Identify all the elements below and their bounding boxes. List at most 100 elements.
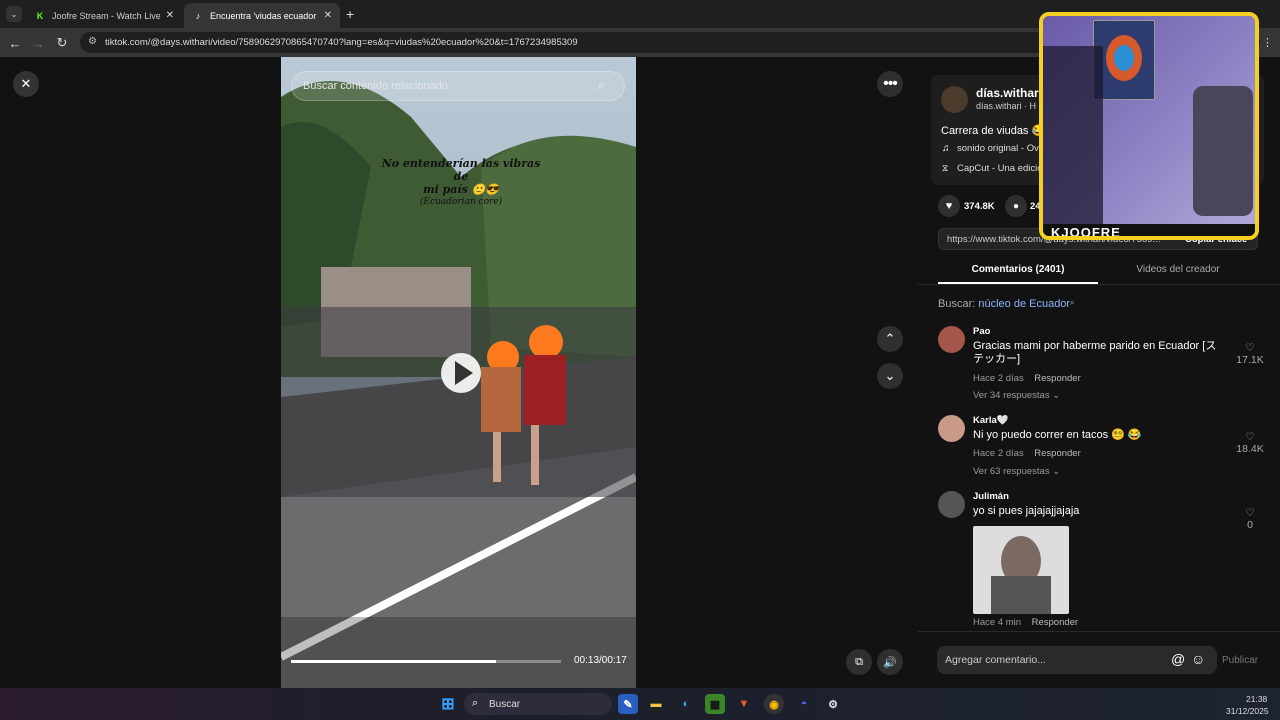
view-replies[interactable]: Ver 34 respuestas ⌄ (973, 390, 1060, 401)
floating-player-button[interactable]: ⧉ (846, 649, 872, 675)
comment-like-count: 0 (1247, 519, 1253, 531)
comment-item: Pao Gracias mami por haberme parido en E… (938, 326, 1268, 406)
tabs-divider (918, 284, 1280, 285)
comment-item: Julimán yo si pues jajajajjajaja Hace 4 … (938, 491, 1268, 631)
video-player[interactable]: Buscar contenido relacionado ⌕ No entend… (281, 57, 636, 688)
previous-video-button[interactable]: ⌃ (877, 326, 903, 352)
video-progress-fill (291, 660, 497, 663)
more-options-button[interactable]: ••• (877, 71, 903, 97)
video-frame (281, 57, 636, 688)
comment-button[interactable]: ● (1005, 195, 1027, 217)
minecraft-icon[interactable]: ▦ (705, 694, 725, 714)
avatar[interactable] (938, 415, 965, 442)
comment-author[interactable]: Julimán (973, 491, 1009, 502)
taskbar-time: 21:38 (1246, 694, 1268, 704)
reload-icon[interactable]: ↻ (53, 34, 71, 52)
like-count: 374.8K (964, 201, 995, 212)
webcam-person (1043, 46, 1103, 226)
close-tab-icon[interactable]: ✕ (324, 10, 332, 21)
sound-link[interactable]: sonido original - Ov (957, 143, 1039, 154)
reply-button[interactable]: Responder (1032, 617, 1078, 628)
mention-icon[interactable]: @ (1171, 651, 1185, 667)
tab-comments[interactable]: Comentarios (2401) (938, 256, 1098, 284)
overlay-line: No entenderían las vibras de (381, 157, 541, 183)
video-progress-bar[interactable] (291, 660, 561, 663)
browser-menu-icon[interactable]: ⋮ (1262, 36, 1273, 49)
chevron-up-icon: ⌃ (884, 331, 896, 346)
comment-text: Ni yo puedo correr en tacos 😵‍💫 😂 (973, 429, 1142, 441)
notepad-icon[interactable]: ✎ (618, 694, 638, 714)
steam-icon[interactable]: ⚙ (823, 694, 843, 714)
comment-like-button[interactable]: ♡ 17.1K (1230, 342, 1270, 366)
like-button[interactable]: ♥ (938, 195, 960, 217)
chevron-down-icon: ⌄ (884, 368, 896, 383)
volume-button[interactable]: 🔊 (877, 649, 903, 675)
comment-sticker-image[interactable] (973, 526, 1069, 614)
tab-comments-label: Comentarios (2401) (971, 264, 1065, 275)
discord-icon[interactable]: ◓ (794, 694, 814, 714)
webcam-label: KJOOFRE (1051, 225, 1121, 240)
search-icon[interactable]: ⌕ (598, 77, 605, 93)
heart-icon: ♥ (945, 200, 953, 212)
creator-avatar[interactable] (941, 86, 968, 113)
heart-outline-icon: ♡ (1245, 507, 1255, 519)
comment-like-count: 18.4K (1236, 443, 1264, 455)
reply-button[interactable]: Responder (1034, 448, 1080, 459)
close-icon: ✕ (20, 76, 32, 91)
chrome-icon[interactable]: ◉ (764, 694, 784, 714)
taskbar-date: 31/12/2025 (1226, 706, 1269, 716)
comment-author[interactable]: Pao (973, 326, 990, 337)
related-search-placeholder: Buscar contenido relacionado (303, 80, 448, 92)
forward-icon[interactable]: → (29, 34, 47, 52)
windows-start-icon[interactable]: ⊞ (438, 694, 458, 714)
back-icon[interactable]: ← (6, 34, 24, 52)
taskbar-search[interactable]: ⌕ Buscar (464, 693, 612, 715)
chevron-down-icon: ⌄ (1052, 466, 1061, 477)
edge-icon[interactable]: ◐ (676, 694, 696, 714)
search-suggestion-prefix: Buscar: (938, 298, 976, 310)
tab-videos-label: Videos del creador (1136, 264, 1220, 275)
capcut-icon: ⧖ (942, 163, 949, 173)
search-icon: ⌕ (472, 697, 479, 709)
site-info-icon[interactable]: ⚙ (88, 36, 97, 47)
new-tab-icon[interactable]: + (346, 6, 354, 22)
music-note-icon: ♫ (942, 143, 950, 154)
brave-icon[interactable]: ▼ (734, 694, 754, 714)
tab-tiktok-search[interactable]: ♪ Encuentra 'viudas ecuador ' en TikTok … (184, 3, 340, 28)
tab-joofre-stream[interactable]: K Joofre Stream - Watch Live on Kick ✕ (26, 3, 182, 28)
emoji-icon[interactable]: ☺ (1191, 651, 1205, 667)
view-replies[interactable]: Ver 63 respuestas ⌄ (973, 466, 1060, 477)
tab-creator-videos[interactable]: Videos del creador (1098, 256, 1258, 284)
publish-button[interactable]: Publicar (1222, 655, 1258, 666)
capcut-link[interactable]: CapCut - Una edició (957, 163, 1043, 174)
comment-like-button[interactable]: ♡ 0 (1230, 507, 1270, 531)
comment-box-divider (918, 631, 1280, 632)
next-video-button[interactable]: ⌄ (877, 363, 903, 389)
close-tab-icon[interactable]: ✕ (166, 10, 174, 21)
avatar[interactable] (938, 326, 965, 353)
tab-title: Encuentra 'viudas ecuador ' en TikTok (210, 10, 318, 21)
close-viewer-button[interactable]: ✕ (13, 71, 39, 97)
view-replies-label: Ver 63 respuestas (973, 466, 1050, 477)
file-explorer-icon[interactable]: ▬ (646, 694, 666, 714)
webcam-overlay: KJOOFRE (1039, 12, 1259, 240)
tiktok-icon: ♪ (195, 10, 201, 21)
reply-button[interactable]: Responder (1034, 373, 1080, 384)
comment-author[interactable]: Karla🤍 (973, 415, 1009, 426)
related-search-box[interactable]: Buscar contenido relacionado ⌕ (291, 71, 625, 101)
overlay-line: (Ecuadorian core) (419, 197, 503, 207)
creator-name[interactable]: días.withari (976, 86, 1042, 100)
avatar[interactable] (938, 491, 965, 518)
comment-like-button[interactable]: ♡ 18.4K (1230, 431, 1270, 455)
comment-input[interactable]: Agregar comentario... @ ☺ (937, 646, 1217, 674)
search-suggestion[interactable]: Buscar: núcleo de Ecuador⌕ (938, 298, 1075, 310)
comment-input-placeholder: Agregar comentario... (945, 654, 1046, 666)
windows-taskbar (0, 688, 1280, 720)
tab-list-icon[interactable]: ⌄ (6, 6, 22, 22)
search-icon: ⌕ (1070, 298, 1075, 307)
speaker-icon: 🔊 (883, 656, 897, 669)
video-time: 00:13/00:17 (574, 655, 627, 666)
gaming-chair (1193, 86, 1253, 216)
comment-item: Karla🤍 Ni yo puedo correr en tacos 😵‍💫 😂… (938, 415, 1268, 480)
webcam-label-bar: KJOOFRE (1043, 224, 1255, 240)
